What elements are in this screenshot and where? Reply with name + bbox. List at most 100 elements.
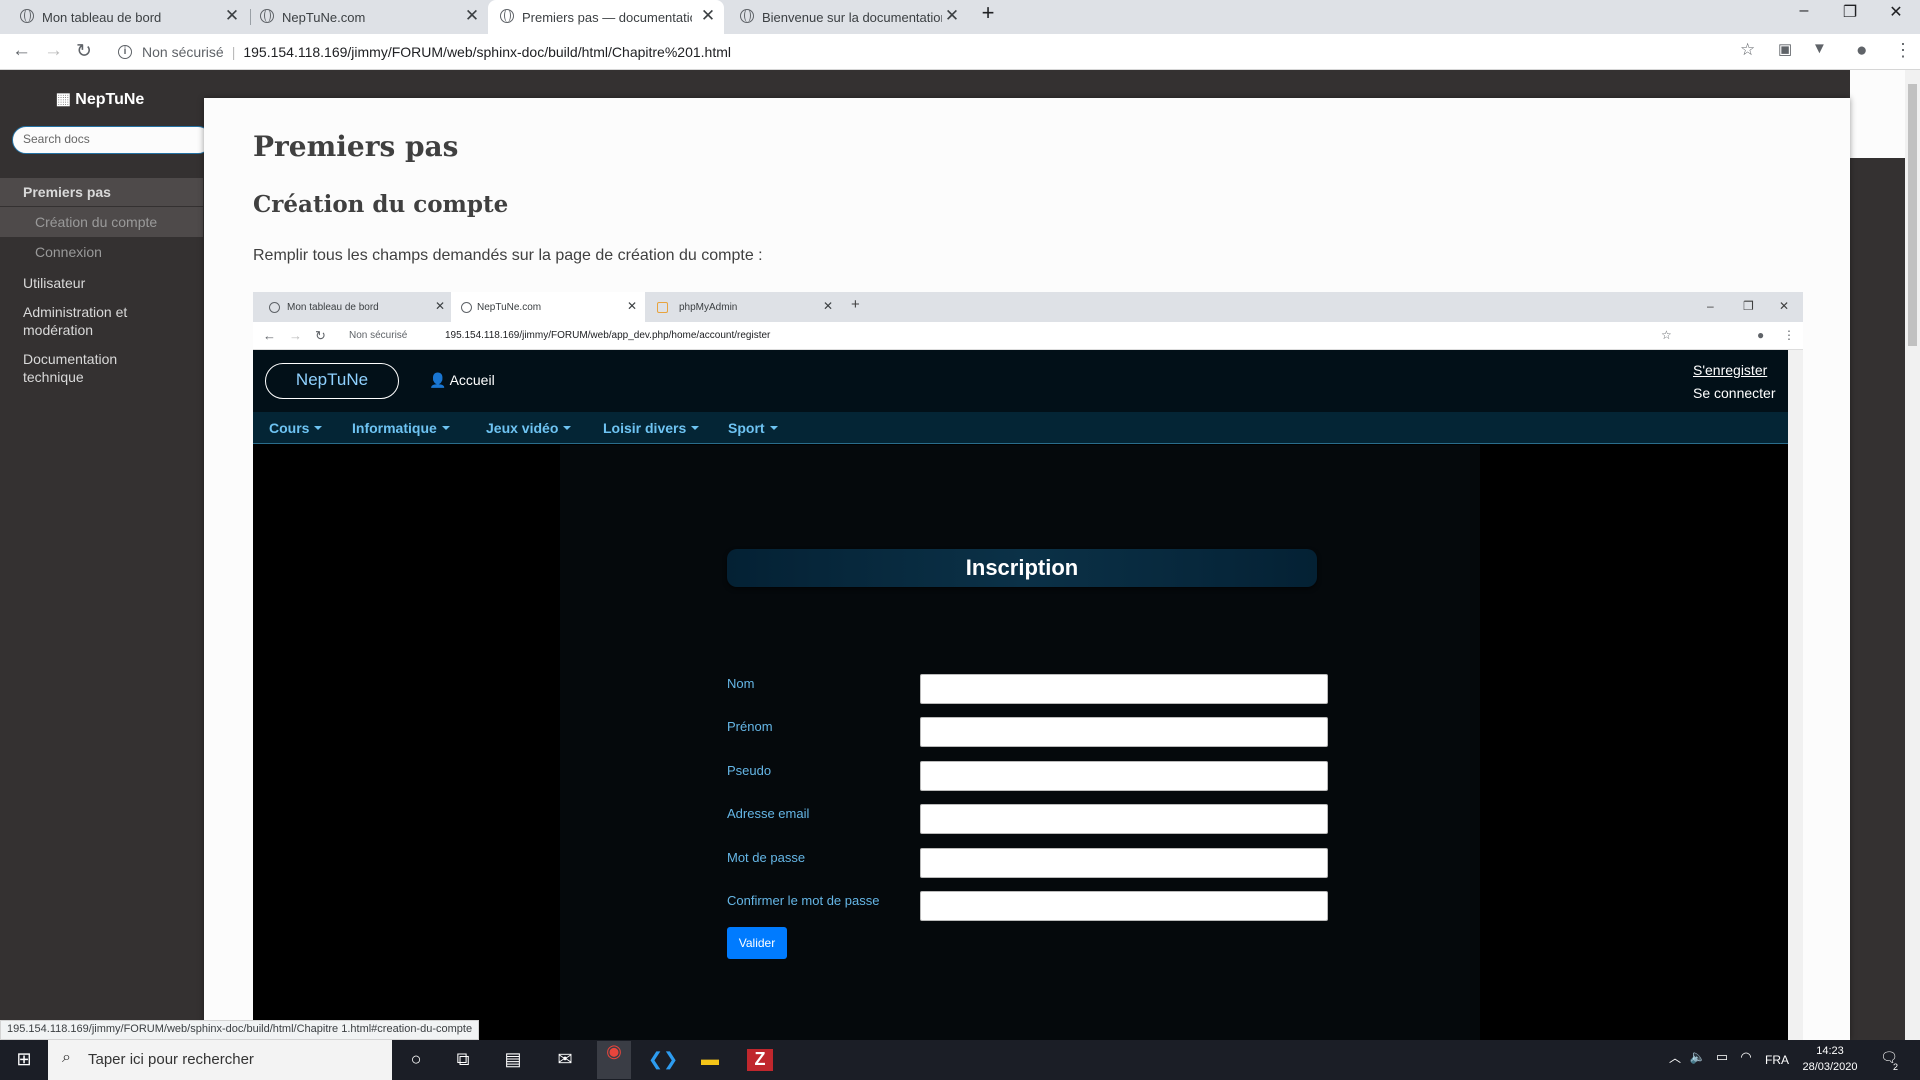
menu-icon[interactable]: ⋮ xyxy=(1894,40,1912,61)
minimize-icon: – xyxy=(1707,299,1714,313)
tab-title: Bienvenue sur la documentation xyxy=(762,9,942,25)
site-header: NepTuNe 👤 Accueil S'enregister Se connec… xyxy=(253,350,1788,412)
sidebar-item-premiers-pas[interactable]: Premiers pas xyxy=(0,178,203,206)
security-label: Non sécurisé xyxy=(349,330,408,341)
menu-cours: Cours xyxy=(269,420,322,436)
inner-url: 195.154.118.169/jimmy/FORUM/web/app_dev.… xyxy=(445,330,771,341)
filezilla-icon[interactable]: Z xyxy=(747,1049,773,1071)
close-icon: ✕ xyxy=(627,299,638,313)
maximize-button[interactable]: ❐ xyxy=(1830,2,1870,22)
vscode-icon[interactable]: ❮❯ xyxy=(648,1049,678,1071)
maximize-icon: ❐ xyxy=(1743,299,1754,313)
windows-start-icon[interactable]: ⊞ xyxy=(12,1049,36,1071)
forward-icon: → xyxy=(289,328,302,343)
url-text: 195.154.118.169/jimmy/FORUM/web/sphinx-d… xyxy=(243,44,731,60)
globe-icon xyxy=(500,9,514,23)
tab-title: NepTuNe.com xyxy=(282,9,366,25)
url-field[interactable]: i Non sécurisé | 195.154.118.169/jimmy/F… xyxy=(112,38,1760,66)
reload-icon: ↻ xyxy=(315,328,326,343)
section-title: Création du compte xyxy=(253,191,509,218)
reload-icon[interactable]: ↻ xyxy=(76,40,92,63)
password-field xyxy=(920,848,1328,878)
tab-neptune[interactable]: NepTuNe.com ✕ xyxy=(260,0,480,34)
tab-dashboard[interactable]: Mon tableau de bord ✕ xyxy=(20,0,240,34)
menu-sport: Sport xyxy=(728,420,778,436)
taskbar-search[interactable]: ⌕ Taper ici pour rechercher xyxy=(48,1040,392,1080)
field-label-pseudo: Pseudo xyxy=(727,763,772,778)
close-icon[interactable]: ✕ xyxy=(698,6,718,26)
sidebar-item-label: Premiers pas xyxy=(23,184,111,200)
chrome-icon[interactable]: ◉ xyxy=(597,1041,631,1079)
sidebar-item-utilisateur[interactable]: Utilisateur xyxy=(0,267,203,297)
mail-icon[interactable]: ✉ xyxy=(550,1049,580,1071)
browser-tab-bar: Mon tableau de bord ✕ NepTuNe.com ✕ Prem… xyxy=(0,0,1920,34)
confirm-password-field xyxy=(920,891,1328,921)
file-explorer-icon[interactable]: ▬ xyxy=(697,1049,723,1071)
user-icon: 👤 xyxy=(429,372,447,388)
volume-icon[interactable]: 🔈 xyxy=(1688,1049,1708,1071)
home-link: 👤 Accueil xyxy=(429,372,495,389)
inner-tab-phpmyadmin: phpMyAdmin ✕ xyxy=(645,292,837,322)
new-tab-button[interactable]: + xyxy=(968,0,1008,26)
embedded-screenshot: Mon tableau de bord ✕ NepTuNe.com ✕ phpM… xyxy=(253,292,1803,1040)
close-window-icon: ✕ xyxy=(1779,299,1790,313)
sidebar-item-connexion[interactable]: Connexion xyxy=(0,237,203,267)
address-bar: ← → ↻ i Non sécurisé | 195.154.118.169/j… xyxy=(0,34,1920,70)
search-input[interactable]: Search docs xyxy=(12,126,212,154)
globe-icon xyxy=(20,9,34,23)
sidebar-item-documentation-technique[interactable]: Documentation technique xyxy=(0,350,160,386)
page-scrollbar-thumb[interactable] xyxy=(1908,84,1917,346)
menu-jeux-video: Jeux vidéo xyxy=(486,420,571,436)
minimize-button[interactable]: – xyxy=(1784,2,1824,20)
cortana-icon[interactable]: ○ xyxy=(403,1049,429,1071)
close-window-button[interactable]: ✕ xyxy=(1876,2,1916,22)
profile-icon: ● xyxy=(1757,328,1765,342)
inner-tab-title: Mon tableau de bord xyxy=(287,301,379,313)
star-icon[interactable]: ☆ xyxy=(1740,40,1755,60)
nom-field xyxy=(920,674,1328,704)
tab-premiers-pas[interactable]: Premiers pas — documentation NepTuNe ✕ xyxy=(488,0,724,34)
task-view-icon[interactable]: ⧉ xyxy=(450,1049,476,1071)
globe-icon xyxy=(461,302,472,313)
globe-icon xyxy=(269,302,280,313)
back-icon[interactable]: ← xyxy=(12,40,31,62)
inner-scrollbar xyxy=(1788,350,1803,1040)
time: 14:23 xyxy=(1816,1045,1844,1057)
close-icon[interactable]: ✕ xyxy=(222,6,242,26)
store-icon[interactable]: ▤ xyxy=(500,1049,526,1071)
wifi-icon[interactable]: ◠ xyxy=(1736,1049,1756,1071)
language-indicator[interactable]: FRA xyxy=(1762,1053,1792,1075)
sidebar-item-creation-compte[interactable]: Création du compte xyxy=(0,207,203,237)
neptune-site: NepTuNe 👤 Accueil S'enregister Se connec… xyxy=(253,350,1788,1040)
sidebar-item-administration[interactable]: Administration et modération xyxy=(0,303,160,339)
date: 28/03/2020 xyxy=(1802,1061,1858,1073)
inner-tab-title: phpMyAdmin xyxy=(679,301,738,313)
sidebar-item-label: Utilisateur xyxy=(23,275,86,291)
intro-text: Remplir tous les champs demandés sur la … xyxy=(253,247,763,264)
star-icon: ☆ xyxy=(1661,328,1672,342)
page-title: Premiers pas xyxy=(253,130,459,163)
field-label-nom: Nom xyxy=(727,676,755,691)
close-icon[interactable]: ✕ xyxy=(462,6,482,26)
clock[interactable]: 14:23 28/03/2020 xyxy=(1795,1043,1865,1075)
close-icon[interactable]: ✕ xyxy=(942,6,962,26)
new-tab-icon: + xyxy=(851,296,860,313)
battery-icon[interactable]: ▭ xyxy=(1712,1049,1732,1071)
sidebar-item-label: Documentation technique xyxy=(23,351,118,385)
form-title: Inscription xyxy=(727,549,1317,587)
security-label: Non sécurisé xyxy=(142,44,224,60)
info-icon[interactable]: i xyxy=(118,45,132,59)
extension-icon[interactable]: ▣ xyxy=(1778,40,1792,58)
field-label-prenom: Prénom xyxy=(727,719,773,734)
filter-icon[interactable]: ▼ xyxy=(1812,40,1827,57)
forward-icon[interactable]: → xyxy=(44,40,63,62)
chevron-up-icon[interactable]: ︿ xyxy=(1668,1049,1682,1071)
sidebar-item-label: Administration et modération xyxy=(23,304,128,338)
profile-icon[interactable]: ● xyxy=(1856,40,1867,62)
tab-bienvenue[interactable]: Bienvenue sur la documentation ✕ xyxy=(740,0,966,34)
tab-title: Premiers pas — documentation NepTuNe xyxy=(522,9,692,25)
sidebar-item-label: Connexion xyxy=(35,244,102,260)
docs-brand[interactable]: ▦ NepTuNe xyxy=(0,89,200,109)
login-link: Se connecter xyxy=(1693,385,1776,401)
pseudo-field xyxy=(920,761,1328,791)
